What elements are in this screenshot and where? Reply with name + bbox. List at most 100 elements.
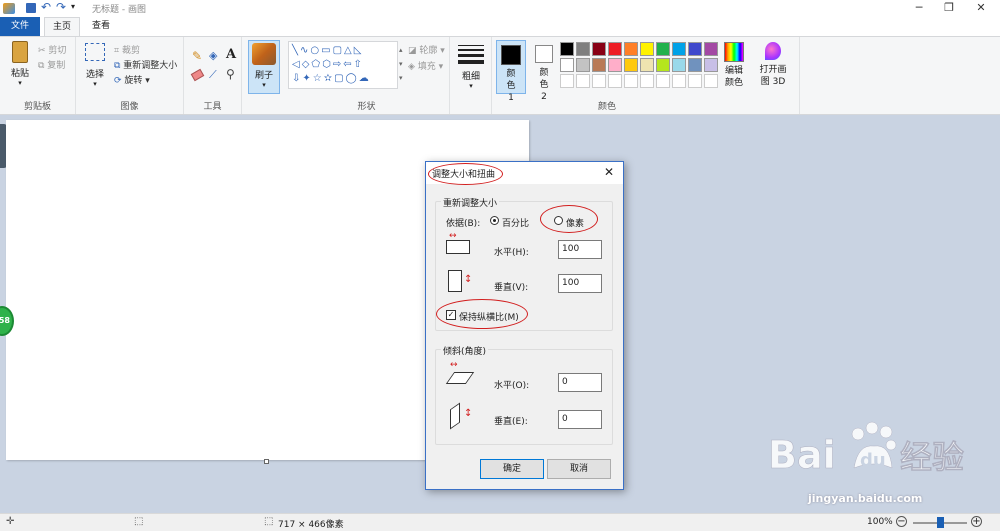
color2-swatch [535, 45, 553, 63]
tab-view[interactable]: 查看 [84, 17, 118, 36]
copy-button[interactable]: ⧉ 复制 [38, 58, 65, 71]
zoom-in-icon[interactable]: + [971, 516, 982, 527]
minimize-button[interactable]: ─ [902, 0, 936, 17]
shapes-gallery[interactable]: ╲∿○▭▢△◺ ◁◇⬠⬡⇨⇦⇧ ⇩✦☆✫▢◯☁ [288, 41, 398, 89]
palette-swatch[interactable] [576, 42, 590, 56]
palette-swatch[interactable] [560, 42, 574, 56]
shapes-row-3: ⇩✦☆✫▢◯☁ [292, 73, 371, 84]
horizontal-skew-icon [445, 372, 475, 384]
text-icon[interactable]: A [226, 47, 236, 62]
selection-size-icon: ⬚ [134, 516, 144, 527]
status-bar: ✛ ⬚ ⬚ 717 × 466像素 100% − + [0, 513, 1000, 531]
palette-swatch[interactable] [672, 42, 686, 56]
palette-swatch[interactable] [624, 74, 638, 88]
cancel-button[interactable]: 取消 [547, 459, 611, 479]
scissors-icon: ✂ [38, 46, 49, 56]
fill-button[interactable]: ◈ 填充 ▾ [408, 59, 443, 72]
image-group-label: 图像 [120, 102, 139, 112]
palette-swatch[interactable] [576, 74, 590, 88]
palette-swatch[interactable] [688, 58, 702, 72]
skew-v-input[interactable]: 0 [558, 410, 602, 429]
rainbow-palette-icon [724, 42, 744, 62]
gallery-scroll-icon[interactable]: ▴ ▾ ▾ [399, 43, 403, 85]
color-picker-icon[interactable]: ⟋ [209, 68, 217, 82]
percent-radio[interactable] [490, 216, 499, 225]
magnifier-icon[interactable]: ⚲ [226, 67, 235, 81]
palette-swatch[interactable] [656, 42, 670, 56]
maximize-button[interactable]: ❐ [932, 0, 966, 17]
skew-h-input[interactable]: 0 [558, 373, 602, 392]
palette-swatch[interactable] [576, 58, 590, 72]
palette-swatch[interactable] [704, 42, 718, 56]
svg-text:du: du [860, 450, 886, 471]
palette-swatch[interactable] [688, 42, 702, 56]
zoom-out-icon[interactable]: − [896, 516, 907, 527]
canvas-resize-handle[interactable] [264, 459, 269, 464]
palette-swatch[interactable] [656, 74, 670, 88]
palette-swatch[interactable] [624, 42, 638, 56]
tab-home[interactable]: 主页 [44, 17, 80, 36]
shapes-group-label: 形状 [357, 102, 376, 112]
qat-dropdown-icon[interactable]: ▾ [71, 2, 75, 11]
color1-button[interactable]: 颜色 1 [496, 40, 526, 103]
redo-icon[interactable]: ↷ [56, 0, 66, 14]
palette-swatch[interactable] [624, 58, 638, 72]
by-label: 依据(B): [446, 219, 481, 229]
paint-app-icon[interactable] [3, 3, 15, 14]
colors-group: 颜色 1 颜色 2 编辑颜色 颜色 打开画图 3D [492, 37, 800, 114]
svg-text:经验: 经验 [900, 438, 964, 476]
select-button[interactable]: 选择 ▾ [82, 43, 108, 88]
color1-swatch [501, 45, 521, 65]
pencil-icon[interactable]: ✎ [192, 49, 202, 63]
image-size-text: 717 × 466像素 [278, 520, 344, 530]
brush-button[interactable]: 刷子 ▾ [248, 40, 280, 94]
vertical-skew-icon [450, 402, 460, 430]
annotation-ellipse-pixels [540, 205, 598, 233]
paste-button[interactable]: 粘贴 ▾ [6, 41, 34, 87]
color2-button[interactable]: 颜色 2 [530, 40, 558, 102]
palette-swatch[interactable] [640, 58, 654, 72]
palette-swatch[interactable] [608, 74, 622, 88]
palette-swatch[interactable] [592, 74, 606, 88]
palette-swatch[interactable] [592, 58, 606, 72]
palette-swatch[interactable] [672, 74, 686, 88]
palette-swatch[interactable] [704, 58, 718, 72]
dialog-close-icon[interactable]: ✕ [604, 165, 614, 179]
zoom-slider-thumb[interactable] [937, 517, 944, 528]
palette-swatch[interactable] [672, 58, 686, 72]
save-icon[interactable] [26, 3, 36, 13]
vertical-label: 垂直(V): [494, 283, 529, 293]
palette-swatch[interactable] [592, 42, 606, 56]
percent-label: 百分比 [502, 219, 530, 229]
cut-button[interactable]: ✂ 剪切 [38, 43, 66, 56]
palette-swatch[interactable] [640, 74, 654, 88]
paint3d-button[interactable]: 打开画图 3D [756, 42, 790, 88]
edit-colors-button[interactable]: 编辑颜色 [722, 42, 746, 89]
palette-swatch[interactable] [656, 58, 670, 72]
vertical-input[interactable]: 100 [558, 274, 602, 293]
ok-button[interactable]: 确定 [480, 459, 544, 479]
resize-icon: ⧉ [114, 61, 124, 71]
horizontal-input[interactable]: 100 [558, 240, 602, 259]
outline-button[interactable]: ◪ 轮廓 ▾ [408, 43, 445, 56]
svg-text:Bai: Bai [768, 433, 836, 477]
palette-swatch[interactable] [560, 58, 574, 72]
crop-button[interactable]: ⌗ 裁剪 [114, 43, 140, 56]
undo-icon[interactable]: ↶ [41, 0, 51, 14]
palette-swatch[interactable] [608, 58, 622, 72]
palette-swatch[interactable] [688, 74, 702, 88]
shapes-row-1: ╲∿○▭▢△◺ [292, 45, 364, 56]
vertical-skew-arrow-icon: ↕ [464, 408, 473, 419]
resize-button[interactable]: ⧉ 重新调整大小 [114, 58, 177, 71]
size-button[interactable]: 粗细 ▾ [458, 43, 484, 90]
close-button[interactable]: ✕ [964, 0, 998, 17]
palette-swatch[interactable] [608, 42, 622, 56]
fill-bucket-icon[interactable]: ◈ [209, 49, 217, 62]
rotate-button[interactable]: ⟳ 旋转 ▾ [114, 73, 150, 86]
resize-fieldset: 重新调整大小 依据(B): 百分比 像素 ↔ 水平(H): 100 ↕ 垂直(V… [435, 196, 613, 331]
eraser-icon[interactable] [190, 68, 205, 82]
palette-swatch[interactable] [560, 74, 574, 88]
palette-swatch[interactable] [640, 42, 654, 56]
tab-file[interactable]: 文件 [0, 17, 40, 36]
palette-swatch[interactable] [704, 74, 718, 88]
